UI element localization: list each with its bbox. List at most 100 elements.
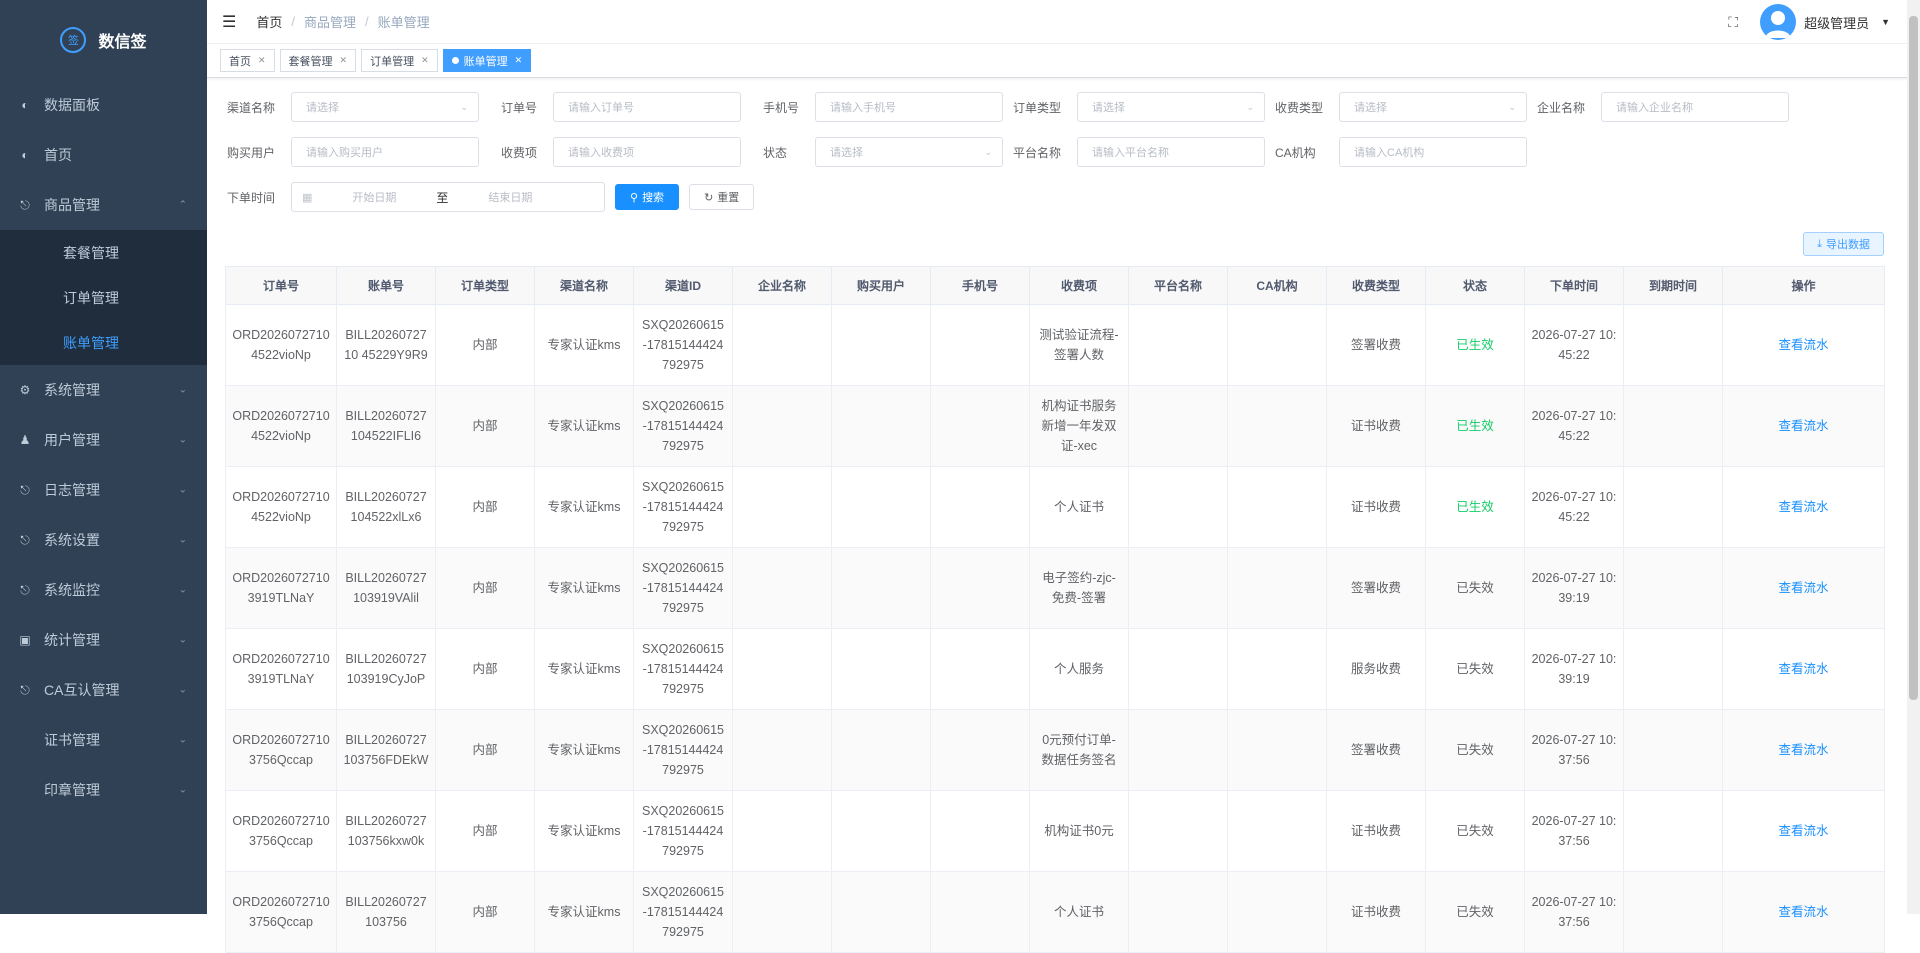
cell-fee-type: 证书收费 — [1326, 871, 1426, 953]
search-icon: ⚲ — [630, 191, 639, 204]
avatar[interactable] — [1760, 4, 1797, 40]
page-scrollbar[interactable] — [1907, 0, 1920, 914]
sidebar-item[interactable]: ⎋ 商品管理 ⌃ — [0, 180, 207, 230]
cell-time: 2026-07-27 10:37:56 — [1524, 790, 1624, 872]
logo-icon: 签 — [60, 27, 87, 53]
product-icon: ⎋ — [20, 532, 30, 547]
cell-fee-type: 签署收费 — [1326, 547, 1426, 629]
tag-item[interactable]: 首页 ✕ — [220, 49, 275, 72]
company-input[interactable]: 请输入企业名称 — [1601, 92, 1789, 122]
cell-channel: 专家认证kms — [534, 628, 634, 710]
submenu-item[interactable]: 订单管理 — [0, 275, 207, 320]
tag-label: 账单管理 — [463, 55, 508, 68]
cell-empty — [1128, 790, 1228, 872]
sidebar-item[interactable]: ⎋ CA互认管理 ⌄ — [0, 665, 207, 715]
view-flow-link[interactable]: 查看流水 — [1778, 419, 1828, 433]
close-icon[interactable]: ✕ — [258, 55, 266, 66]
close-icon[interactable]: ✕ — [340, 55, 348, 66]
tag-item[interactable]: 账单管理 ✕ — [442, 49, 532, 72]
order-no-input[interactable]: 请输入订单号 — [553, 92, 741, 122]
submenu-item[interactable]: 账单管理 — [0, 320, 207, 365]
view-flow-link[interactable]: 查看流水 — [1778, 662, 1828, 676]
caret-down-icon[interactable]: ▼ — [1881, 17, 1890, 27]
order-type-select[interactable]: 请选择 ⌄ — [1077, 92, 1265, 122]
ca-input[interactable]: 请输入CA机构 — [1339, 137, 1527, 167]
navbar-right: ⛶ 超级管理员 ▼ — [1728, 0, 1890, 44]
chevron-down-icon: ⌄ — [178, 484, 187, 496]
close-icon[interactable]: ✕ — [515, 55, 523, 66]
sidebar-item[interactable]: 印章管理 ⌄ — [0, 765, 207, 815]
view-flow-link[interactable]: 查看流水 — [1778, 581, 1828, 595]
fee-item-placeholder: 请输入收费项 — [568, 147, 634, 159]
view-flow-link[interactable]: 查看流水 — [1778, 338, 1828, 352]
user-name[interactable]: 超级管理员 — [1804, 13, 1869, 32]
sidebar-item[interactable]: ⎋ 系统设置 ⌄ — [0, 515, 207, 565]
cell-empty — [831, 709, 931, 791]
sidebar-item-label: 系统监控 — [44, 582, 100, 598]
phone-input[interactable]: 请输入手机号 — [815, 92, 1003, 122]
fee-item-input[interactable]: 请输入收费项 — [553, 137, 741, 167]
cell-empty — [1128, 304, 1228, 386]
channel-select[interactable]: 请选择 ⌄ — [291, 92, 479, 122]
cell-bill: BILL20260727104522xlLx6 — [336, 466, 436, 548]
view-flow-link[interactable]: 查看流水 — [1778, 905, 1828, 919]
order-time-range[interactable]: ▦ 开始日期 至 结束日期 — [291, 182, 605, 212]
breadcrumb-product[interactable]: 商品管理 — [304, 12, 356, 31]
tags-view: 首页 ✕ 套餐管理 ✕ 订单管理 ✕ 账单管理 ✕ — [207, 44, 1920, 78]
view-flow-link[interactable]: 查看流水 — [1778, 824, 1828, 838]
buyer-input[interactable]: 请输入购买用户 — [291, 137, 479, 167]
sidebar-item[interactable]: ◐ 数据面板 — [0, 80, 207, 130]
company-placeholder: 请输入企业名称 — [1616, 102, 1693, 114]
cell-item: 个人证书 — [1029, 871, 1129, 953]
view-flow-link[interactable]: 查看流水 — [1778, 743, 1828, 757]
cell-channel-id: SXQ20260615-17815144424792975 — [633, 790, 733, 872]
fee-type-select[interactable]: 请选择 ⌄ — [1339, 92, 1527, 122]
sidebar-item[interactable]: ◐ 首页 — [0, 130, 207, 180]
cell-channel: 专家认证kms — [534, 709, 634, 791]
gear-icon: ⚙ — [19, 383, 31, 397]
sidebar-item[interactable]: ▣ 统计管理 ⌄ — [0, 615, 207, 665]
tag-item[interactable]: 订单管理 ✕ — [361, 49, 438, 72]
cell-empty — [732, 871, 832, 953]
cell-status: 已生效 — [1425, 466, 1525, 548]
reset-button[interactable]: ↻ 重置 — [689, 184, 755, 210]
view-flow-link[interactable]: 查看流水 — [1778, 500, 1828, 514]
download-icon: ⤓ — [1817, 237, 1822, 250]
tag-item[interactable]: 套餐管理 ✕ — [279, 49, 357, 72]
monitor-icon: ▣ — [19, 633, 31, 647]
sidebar-item[interactable]: ⚙ 系统管理 ⌄ — [0, 365, 207, 415]
close-icon[interactable]: ✕ — [421, 55, 429, 66]
sidebar-item-label: 商品管理 — [44, 197, 100, 213]
end-date-input[interactable]: 结束日期 — [448, 189, 572, 205]
hamburger-icon[interactable]: ☰ — [222, 12, 236, 32]
search-button[interactable]: ⚲ 搜索 — [615, 184, 680, 210]
cell-order: ORD20260727103756Qccap — [225, 790, 337, 872]
cell-empty — [732, 304, 832, 386]
sidebar-item[interactable]: ⎋ 日志管理 ⌄ — [0, 465, 207, 515]
status-select[interactable]: 请选择 ⌄ — [815, 137, 1003, 167]
table-row: ORD20260727104522vioNp BILL20260727104522… — [225, 385, 1885, 467]
cell-order: ORD20260727103756Qccap — [225, 709, 337, 791]
sidebar-item[interactable]: ♟ 用户管理 ⌄ — [0, 415, 207, 465]
cell-empty — [1623, 871, 1723, 953]
order-time-label: 下单时间 — [227, 190, 276, 205]
sidebar-item[interactable]: 证书管理 ⌄ — [0, 715, 207, 765]
scrollbar-thumb[interactable] — [1909, 16, 1918, 700]
submenu-item[interactable]: 套餐管理 — [0, 230, 207, 275]
breadcrumb-home[interactable]: 首页 — [256, 12, 282, 31]
ca-placeholder: 请输入CA机构 — [1354, 147, 1425, 159]
start-date-input[interactable]: 开始日期 — [312, 189, 436, 205]
platform-input[interactable]: 请输入平台名称 — [1077, 137, 1265, 167]
filter-row: 购买用户 请输入购买用户 收费项 请输入收费项 状态 请选择 ⌄ 平台名称 请输入… — [227, 137, 1907, 167]
fullscreen-icon[interactable]: ⛶ — [1728, 14, 1738, 31]
logo[interactable]: 签 数信签 — [0, 0, 207, 80]
cell-time: 2026-07-27 10:39:19 — [1524, 628, 1624, 710]
filter-row: 下单时间 ▦ 开始日期 至 结束日期 ⚲ 搜索 ↻ 重置 — [227, 182, 1907, 212]
export-button[interactable]: ⤓ 导出数据 — [1803, 232, 1884, 256]
chevron-down-icon: ⌄ — [178, 634, 187, 646]
column-header: 购买用户 — [831, 266, 931, 305]
dashboard-icon: ◐ — [21, 148, 29, 162]
table-row: ORD20260727103919TLNaY BILL20260727103919… — [225, 547, 1885, 629]
column-header: 收费类型 — [1326, 266, 1426, 305]
sidebar-item[interactable]: ⎋ 系统监控 ⌄ — [0, 565, 207, 615]
